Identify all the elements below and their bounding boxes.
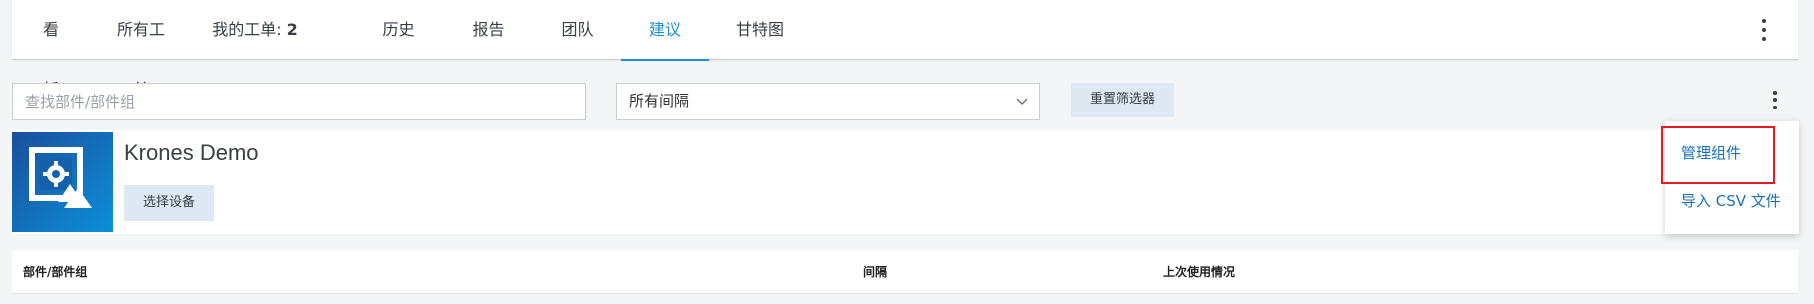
tab-history[interactable]: 历史	[382, 0, 415, 60]
interval-select-value: 所有间隔	[629, 92, 690, 110]
image-settings-icon	[12, 132, 113, 232]
select-device-button[interactable]: 选择设备	[124, 185, 214, 221]
work-order-count: 2	[286, 20, 298, 39]
more-vertical-icon[interactable]	[1769, 91, 1781, 109]
table-header: 部件/部件组 间隔 上次使用情况	[12, 250, 1798, 294]
tab-team[interactable]: 团队	[561, 0, 594, 60]
interval-select[interactable]: 所有间隔	[616, 83, 1040, 120]
device-name: Krones Demo	[124, 140, 259, 165]
column-header-last-usage[interactable]: 上次使用情况	[1163, 250, 1235, 294]
column-header-interval[interactable]: 间隔	[863, 250, 887, 294]
top-tab-bar: 看板 所有工单 我的工单: 2 历史 报告 团队 建议 甘特图	[12, 0, 1798, 99]
tab-suggestions[interactable]: 建议	[621, 0, 709, 61]
chevron-down-icon	[1016, 98, 1028, 105]
reset-filters-button[interactable]: 重置筛选器	[1071, 83, 1174, 117]
tab-my-work-orders[interactable]: 我的工单: 2	[212, 0, 298, 60]
tab-all-work-orders[interactable]: 所有工单	[110, 0, 172, 99]
manage-components-menu-item[interactable]: 管理组件	[1681, 142, 1741, 163]
column-header-component[interactable]: 部件/部件组	[23, 250, 87, 294]
import-csv-menu-item[interactable]: 导入 CSV 文件	[1681, 190, 1781, 211]
actions-dropdown-menu: 管理组件 导入 CSV 文件	[1665, 121, 1799, 234]
tab-reports[interactable]: 报告	[472, 0, 505, 60]
tab-gantt-chart[interactable]: 甘特图	[735, 0, 785, 60]
tab-dashboard[interactable]: 看板	[36, 0, 66, 99]
component-search-input[interactable]	[12, 83, 586, 120]
more-vertical-icon[interactable]	[1756, 19, 1772, 41]
device-card: Krones Demo 选择设备	[12, 130, 1798, 234]
